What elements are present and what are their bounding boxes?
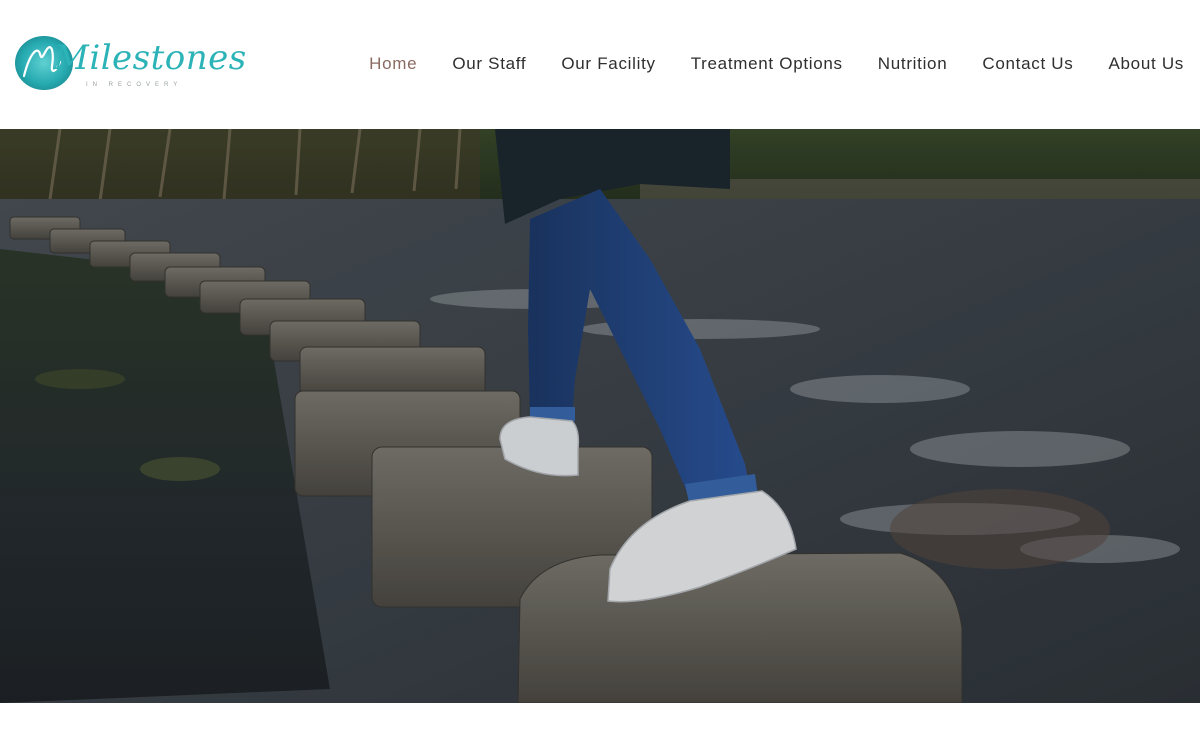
hero-image: [0, 129, 1200, 703]
hero-banner: [0, 129, 1200, 703]
nav-item-nutrition[interactable]: Nutrition: [878, 52, 948, 76]
nav-item-about-us[interactable]: About Us: [1108, 52, 1184, 76]
logo-tagline: IN RECOVERY: [86, 82, 183, 88]
nav-item-our-facility[interactable]: Our Facility: [561, 52, 655, 76]
nav-item-our-staff[interactable]: Our Staff: [452, 52, 526, 76]
content-area: [0, 703, 1200, 740]
nav-item-treatment-options[interactable]: Treatment Options: [691, 52, 843, 76]
main-navigation: Home Our Staff Our Facility Treatment Op…: [334, 52, 1184, 76]
logo-wordmark: Milestones: [54, 38, 247, 78]
nav-item-home[interactable]: Home: [369, 52, 417, 76]
nav-item-contact-us[interactable]: Contact Us: [982, 52, 1073, 76]
site-logo[interactable]: Milestones IN RECOVERY: [14, 32, 246, 96]
site-header: Milestones IN RECOVERY Home Our Staff Ou…: [0, 0, 1200, 129]
